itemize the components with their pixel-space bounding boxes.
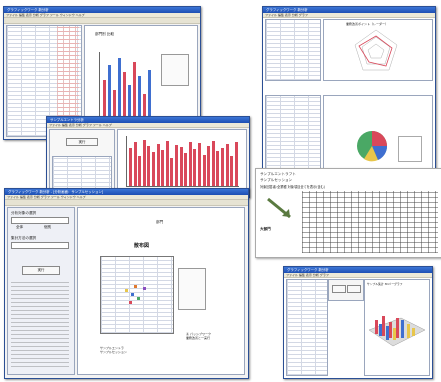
target-dropdown[interactable] <box>11 217 69 224</box>
chart-title: 散布図 <box>134 243 150 249</box>
scatter-legend <box>178 268 206 310</box>
red-bar <box>133 142 137 186</box>
menu-bar[interactable]: ファイル 編集 表示 分析 グラフ ツール ヘルプ <box>47 123 249 128</box>
radar-chart-pane: 業務改善ポイント（レーダー） <box>323 19 433 81</box>
bar3d-data-table[interactable] <box>286 279 328 376</box>
red-bar <box>188 142 192 186</box>
row-group-label: 大部門 <box>260 227 271 231</box>
pie-data-table[interactable] <box>265 95 321 179</box>
arrow-graphic <box>267 197 291 219</box>
red-bar <box>230 156 234 186</box>
bar-chart-bar <box>108 65 111 120</box>
radar-data-table[interactable] <box>265 19 321 81</box>
radar-chart <box>354 29 398 71</box>
red-bar <box>152 152 155 186</box>
analysis-window-mid: サンプルエントラ分析 ファイル 編集 表示 分析 グラフ ツール ヘルプ 実行 <box>46 116 250 198</box>
scatter-point <box>134 285 137 288</box>
red-bar-plot <box>126 136 239 187</box>
bar3d-button-b[interactable] <box>347 285 361 293</box>
bar3d-button-a[interactable] <box>332 285 346 293</box>
bar-chart-plot <box>99 52 154 121</box>
toolbar[interactable] <box>4 18 200 24</box>
red-bar <box>207 146 211 186</box>
pie-legend <box>398 136 422 162</box>
red-bar <box>138 156 142 186</box>
bar-chart-bar <box>138 76 141 120</box>
scatter-chart-pane: 部門 散布図 サンプルエントラ サンプルセッション Ⓐ パッシブワーク 業務改善… <box>77 207 245 375</box>
red-bar <box>161 150 165 186</box>
red-bar <box>165 141 169 186</box>
bar-chart-bar <box>123 72 126 120</box>
settings-table[interactable] <box>52 156 112 192</box>
red-bar <box>221 148 224 186</box>
bar3d-chart-pane: サンプル集計 3Dバーグラフ <box>364 279 430 376</box>
red-bar <box>225 144 229 186</box>
matrix-line-1: サンプルエントラフト <box>260 172 296 176</box>
scatter-point <box>129 301 132 304</box>
help-text-block <box>11 282 69 370</box>
scatter-point <box>137 297 140 300</box>
scatter-plot <box>100 256 174 334</box>
red-bar-chart-pane <box>117 129 247 195</box>
settings-panel: 分析対象の選択 全体 個別 集計方法の選択 実行 <box>7 207 75 375</box>
red-bar <box>170 158 174 186</box>
menu-bar[interactable]: ファイル 編集 表示 分析 グラフ <box>263 13 435 18</box>
method-dropdown[interactable] <box>11 242 69 249</box>
section-method-label: 集計方法の選択 <box>11 236 37 240</box>
bar3d-title: サンプル集計 3Dバーグラフ <box>367 282 403 286</box>
matrix-line-2: サンプルセッション <box>260 178 293 182</box>
bar-chart-bar <box>133 62 136 120</box>
legend-title: 部門 <box>156 220 164 224</box>
red-bar <box>147 146 151 186</box>
red-bar <box>184 153 188 186</box>
toolbar[interactable] <box>5 200 248 206</box>
menu-bar[interactable]: ファイル 編集 表示 分析 グラフ <box>284 273 432 278</box>
red-bar <box>142 140 146 186</box>
chart-title: 部門別 比較 <box>95 32 115 36</box>
section-target-label: 分析対象の選択 <box>11 211 37 215</box>
radio-all[interactable]: 全体 <box>16 225 23 230</box>
red-bar <box>156 144 160 186</box>
red-bar <box>175 145 178 186</box>
caption-left: サンプルエントラ サンプルセッション <box>100 346 127 354</box>
matrix-panel: サンプルエントラフト サンプルセッション 対象回答者:全業種 対象項目全てを表示… <box>255 168 441 258</box>
chart-legend <box>161 54 189 86</box>
red-bar <box>211 141 215 186</box>
scatter-point <box>143 287 146 290</box>
bar-chart-bar <box>103 80 106 120</box>
red-bar <box>202 155 206 186</box>
bar-chart-bar <box>128 85 131 120</box>
red-bar <box>193 149 197 186</box>
matrix-grid[interactable] <box>302 191 438 253</box>
red-bar <box>179 147 183 186</box>
run-button[interactable]: 実行 <box>22 266 60 275</box>
analysis-window-scatter: グラフィックワーク 新分析 - [分析画面：サンプルセッション] ファイル 編集… <box>4 188 249 379</box>
bar3d-settings <box>328 279 364 301</box>
scatter-point <box>125 289 128 292</box>
red-bar <box>129 148 132 186</box>
bar-chart-bar <box>118 58 121 120</box>
matrix-line-3: 対象回答者:全業種 対象項目全てを表示(含む) <box>260 185 326 189</box>
caption-right: Ⓐ パッシブワーク 業務改善と一実行 <box>186 332 211 340</box>
radar-window: グラフィックワーク 新分析 ファイル 編集 表示 分析 グラフ 業務改善ポイント… <box>262 6 436 182</box>
run-button[interactable]: 実行 <box>66 138 98 146</box>
scatter-point <box>131 293 134 296</box>
pie-chart-pane <box>323 95 433 179</box>
bar-chart-bar <box>148 70 151 120</box>
red-bar <box>198 143 201 186</box>
settings-pane: 実行 <box>49 129 115 195</box>
radio-individual[interactable]: 個別 <box>44 225 51 230</box>
bar3d-chart <box>368 316 426 347</box>
red-bar <box>234 142 238 186</box>
red-bar <box>216 151 220 186</box>
bar3d-window: グラフィックワーク 新分析 ファイル 編集 表示 分析 グラフ サンプル集計 3… <box>283 266 433 379</box>
